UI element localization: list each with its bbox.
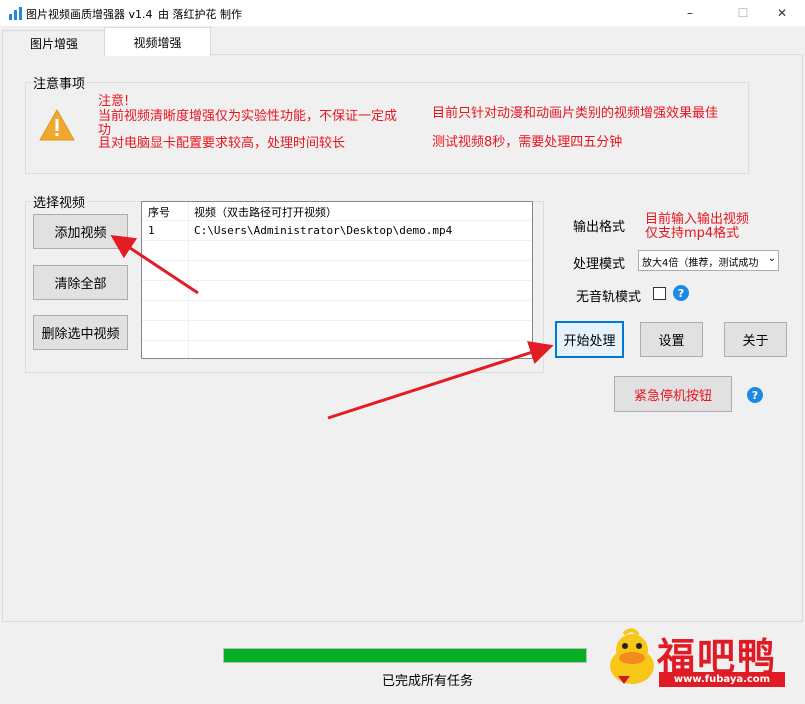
mute-mode-label: 无音轨模式 xyxy=(576,290,642,305)
emergency-stop-button[interactable]: 紧急停机按钮 xyxy=(614,376,732,412)
notice-right-line-2: 测试视频8秒，需要处理四五分钟 xyxy=(432,135,623,150)
tab-video-enhance[interactable]: 视频增强 xyxy=(104,27,211,56)
video-list-table[interactable]: 序号 视频（双击路径可打开视频） 1 C:\Users\Administrato… xyxy=(141,201,533,359)
help-icon[interactable]: ? xyxy=(673,285,689,301)
mode-select[interactable]: 放大4倍（推荐，测试成功 ⌄ xyxy=(638,250,779,271)
mode-select-value: 放大4倍（推荐，测试成功 xyxy=(642,258,759,269)
mode-label: 处理模式 xyxy=(573,257,626,272)
duck-mascot-logo xyxy=(610,628,654,684)
minimize-button[interactable]: – xyxy=(667,0,713,26)
notice-line-2: 当前视频清晰度增强仅为实验性功能，不保证一定成 xyxy=(98,109,398,124)
table-row-empty xyxy=(142,262,532,281)
progress-bar xyxy=(223,648,587,663)
about-button[interactable]: 关于 xyxy=(724,322,787,357)
table-row-empty xyxy=(142,242,532,261)
notice-right-line-1: 目前只针对动漫和动画片类别的视频增强效果最佳 xyxy=(432,106,719,121)
progress-fill xyxy=(224,649,586,662)
header-index[interactable]: 序号 xyxy=(148,204,170,220)
table-header-row: 序号 视频（双击路径可打开视频） xyxy=(142,202,532,221)
notice-group xyxy=(25,82,749,174)
clear-all-button[interactable]: 清除全部 xyxy=(33,265,128,300)
notice-line-4: 且对电脑显卡配置要求较高，处理时间较长 xyxy=(98,136,346,151)
window-title: 图片视频画质增强器 v1.4 xyxy=(26,8,153,21)
notice-group-title: 注意事项 xyxy=(31,73,88,92)
close-button[interactable]: ✕ xyxy=(759,0,805,26)
table-row[interactable]: 1 C:\Users\Administrator\Desktop\demo.mp… xyxy=(142,222,532,241)
app-bars-icon xyxy=(9,7,22,20)
watermark-url: www.fubaya.com xyxy=(659,672,785,687)
tab-image-enhance[interactable]: 图片增强 xyxy=(2,30,106,55)
window-byline: 由 落红护花 制作 xyxy=(158,8,242,21)
start-processing-button[interactable]: 开始处理 xyxy=(555,321,624,358)
row-index: 1 xyxy=(148,224,155,237)
format-note-line-2: 仅支持mp4格式 xyxy=(645,226,740,241)
mute-mode-checkbox[interactable] xyxy=(653,287,666,300)
select-video-title: 选择视频 xyxy=(31,192,88,211)
chevron-down-icon: ⌄ xyxy=(765,253,776,264)
delete-selected-button[interactable]: 删除选中视频 xyxy=(33,315,128,350)
header-video-path[interactable]: 视频（双击路径可打开视频） xyxy=(194,204,337,220)
table-row-empty xyxy=(142,302,532,321)
table-row-empty xyxy=(142,322,532,341)
output-format-label: 输出格式 xyxy=(573,220,626,235)
add-video-button[interactable]: 添加视频 xyxy=(33,214,128,249)
settings-button[interactable]: 设置 xyxy=(640,322,703,357)
warning-icon xyxy=(39,109,75,141)
row-video-path[interactable]: C:\Users\Administrator\Desktop\demo.mp4 xyxy=(194,224,452,237)
help-icon[interactable]: ? xyxy=(747,387,763,403)
table-row-empty xyxy=(142,282,532,301)
